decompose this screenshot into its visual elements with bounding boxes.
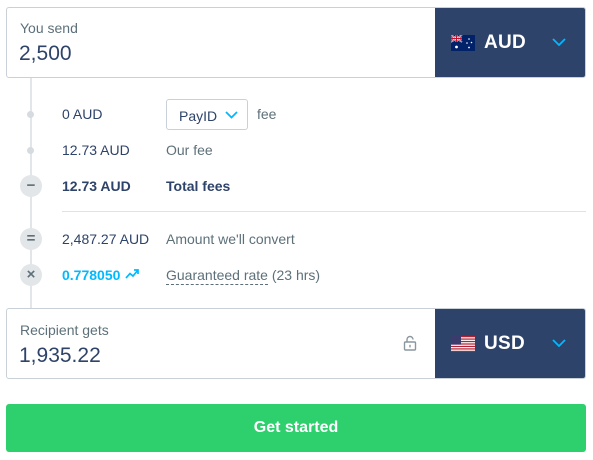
get-started-button[interactable]: Get started <box>6 404 586 452</box>
send-currency-code: AUD <box>484 32 527 53</box>
trending-up-icon <box>125 269 139 279</box>
breakdown-divider <box>62 211 586 212</box>
equals-icon: = <box>20 228 42 250</box>
multiply-icon: × <box>20 264 42 286</box>
exchange-rate-value: 0.778050 <box>62 267 121 283</box>
total-fees-label: Total fees <box>166 178 231 194</box>
our-fee-label: Our fee <box>166 142 213 158</box>
recipient-amount-box: Recipient gets 1,935.22 USD <box>6 308 586 379</box>
our-fee-amount: 12.73 AUD <box>62 142 130 158</box>
guaranteed-rate-link[interactable]: Guaranteed rate <box>166 267 268 285</box>
send-label: You send <box>20 20 78 36</box>
us-flag-icon <box>451 336 475 352</box>
chevron-down-icon <box>225 111 238 119</box>
chevron-down-icon <box>552 339 566 348</box>
send-amount-box: You send 2,500 AUD <box>6 7 586 78</box>
payment-method-value: PayID <box>179 108 218 124</box>
fee-dot <box>27 111 34 118</box>
au-flag-icon <box>451 35 475 51</box>
recipient-amount-input[interactable]: 1,935.22 <box>19 344 101 368</box>
guaranteed-rate-row: Guaranteed rate (23 hrs) <box>166 267 321 285</box>
convert-label: Amount we'll convert <box>166 231 295 247</box>
send-amount-input[interactable]: 2,500 <box>19 42 72 66</box>
send-currency-selector[interactable]: AUD <box>435 8 585 77</box>
lock-icon[interactable] <box>403 335 417 351</box>
convert-amount: 2,487.27 AUD <box>62 231 150 247</box>
rate-duration: (23 hrs) <box>271 267 321 283</box>
recipient-currency-selector[interactable]: USD <box>435 309 585 378</box>
minus-icon: − <box>20 175 42 197</box>
payment-fee-label: fee <box>257 106 277 122</box>
fee-dot <box>27 147 34 154</box>
chevron-down-icon <box>552 38 566 47</box>
payment-fee-amount: 0 AUD <box>62 106 103 122</box>
total-fees-amount: 12.73 AUD <box>62 178 131 194</box>
payment-method-select[interactable]: PayID <box>166 99 248 130</box>
recipient-currency-code: USD <box>484 333 526 354</box>
recipient-label: Recipient gets <box>20 322 109 338</box>
